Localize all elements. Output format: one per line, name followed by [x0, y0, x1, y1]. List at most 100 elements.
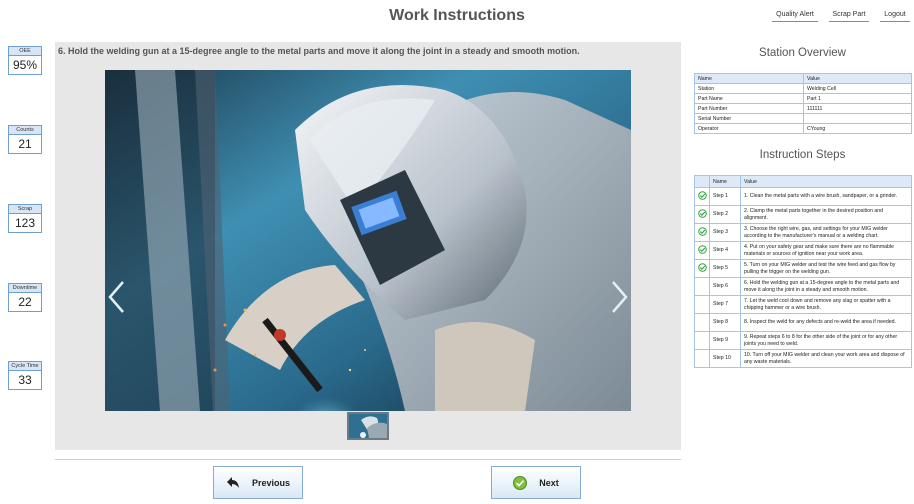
column-header: Value [740, 175, 912, 188]
table-row: Part Name Part 1 [694, 93, 912, 104]
thumbnail-image [349, 414, 387, 438]
step-value: 2. Clamp the metal parts together in the… [740, 205, 912, 224]
column-header [694, 175, 710, 188]
step-status-cell [694, 313, 710, 332]
step-name: Step 10 [709, 349, 741, 368]
row-value [803, 113, 912, 124]
table-row: Serial Number [694, 113, 912, 124]
step-value: 8. Inspect the weld for any defects and … [740, 313, 912, 332]
check-circle-icon [697, 227, 707, 236]
step-name: Step 6 [709, 277, 741, 296]
column-header: Value [803, 73, 912, 84]
previous-button[interactable]: Previous [213, 466, 303, 499]
station-overview-title: Station Overview [759, 47, 846, 59]
next-button[interactable]: Next [491, 466, 581, 499]
metric-value: 33 [8, 371, 42, 390]
row-name: Part Name [694, 93, 804, 104]
table-row[interactable]: Step 4 4. Put on your safety gear and mak… [694, 241, 912, 260]
metric-cycle-time: Cycle Time 33 [8, 361, 42, 390]
row-name: Station [694, 83, 804, 94]
table-row: Station Welding Cell [694, 83, 912, 94]
table-row[interactable]: Step 1 1. Clean the metal parts with a wi… [694, 187, 912, 206]
column-header: Name [694, 73, 804, 84]
table-row[interactable]: Step 3 3. Choose the right wire, gas, and… [694, 223, 912, 242]
step-status-cell [694, 241, 710, 260]
instruction-steps-table: Name Value Step 1 1. Clean the metal part… [694, 175, 912, 368]
row-value: Part 1 [803, 93, 912, 104]
step-name: Step 8 [709, 313, 741, 332]
metric-counts: Counts 21 [8, 125, 42, 154]
step-status-cell [694, 295, 710, 314]
metric-value: 22 [8, 293, 42, 312]
metric-scrap: Scrap 123 [8, 204, 42, 233]
row-name: Operator [694, 123, 804, 134]
next-label: Next [539, 477, 559, 488]
table-row[interactable]: Step 8 8. Inspect the weld for any defect… [694, 313, 912, 332]
step-name: Step 5 [709, 259, 741, 278]
table-row: Operator CYoung [694, 123, 912, 134]
step-value: 4. Put on your safety gear and make sure… [740, 241, 912, 260]
step-value: 9. Repeat steps 6 to 8 for the other sid… [740, 331, 912, 350]
table-row[interactable]: Step 6 6. Hold the welding gun at a 15-de… [694, 277, 912, 296]
table-row[interactable]: Step 5 5. Turn on your MIG welder and tes… [694, 259, 912, 278]
previous-label: Previous [251, 477, 291, 488]
metric-value: 123 [8, 214, 42, 233]
table-header-row: Name Value [694, 175, 912, 188]
check-circle-icon [697, 245, 707, 254]
metric-oee: OEE 95% [8, 46, 42, 75]
scrap-part-button[interactable]: Scrap Part [829, 11, 869, 22]
step-value: 7. Let the weld cool down and remove any… [740, 295, 912, 314]
previous-image-arrow[interactable] [106, 280, 128, 314]
row-value: CYoung [803, 123, 912, 134]
step-value: 10. Turn off your MIG welder and clean y… [740, 349, 912, 368]
table-row: Part Number 111111 [694, 103, 912, 114]
row-value: Welding Cell [803, 83, 912, 94]
image-thumbnail[interactable] [347, 412, 389, 440]
step-name: Step 4 [709, 241, 741, 260]
table-row[interactable]: Step 10 10. Turn off your MIG welder and … [694, 349, 912, 368]
check-circle-icon [697, 191, 707, 200]
metric-label: Counts [8, 125, 42, 135]
welder-illustration [105, 70, 631, 411]
station-overview-table: Name Value Station Welding Cell Part Nam… [694, 73, 912, 134]
table-header-row: Name Value [694, 73, 912, 84]
step-name: Step 3 [709, 223, 741, 242]
step-status-cell [694, 277, 710, 296]
step-value: 6. Hold the welding gun at a 15-degree a… [740, 277, 912, 296]
chevron-right-icon [612, 281, 628, 313]
metric-label: Scrap [8, 204, 42, 214]
logout-button[interactable]: Logout [880, 11, 910, 22]
step-status-cell [694, 223, 710, 242]
current-instruction: 6. Hold the welding gun at a 15-degree a… [58, 46, 580, 56]
step-status-cell [694, 259, 710, 278]
metric-value: 95% [8, 56, 42, 75]
back-arrow-icon [226, 476, 239, 488]
instruction-steps-title: Instruction Steps [759, 149, 846, 161]
table-row[interactable]: Step 7 7. Let the weld cool down and remo… [694, 295, 912, 314]
step-value: 5. Turn on your MIG welder and test the … [740, 259, 912, 278]
step-name: Step 9 [709, 331, 741, 350]
check-circle-icon [697, 263, 707, 272]
step-value: 3. Choose the right wire, gas, and setti… [740, 223, 912, 242]
row-value: 111111 [803, 103, 912, 114]
table-row[interactable]: Step 2 2. Clamp the metal parts together … [694, 205, 912, 224]
column-header: Name [709, 175, 741, 188]
step-name: Step 7 [709, 295, 741, 314]
metric-value: 21 [8, 135, 42, 154]
check-circle-icon [513, 475, 528, 490]
step-status-cell [694, 349, 710, 368]
quality-alert-button[interactable]: Quality Alert [772, 11, 818, 22]
row-name: Part Number [694, 103, 804, 114]
step-name: Step 2 [709, 205, 741, 224]
check-circle-icon [697, 209, 707, 218]
metric-label: OEE [8, 46, 42, 56]
metric-label: Downtime [8, 283, 42, 293]
table-row[interactable]: Step 9 9. Repeat steps 6 to 8 for the oth… [694, 331, 912, 350]
instruction-image [105, 70, 631, 411]
row-name: Serial Number [694, 113, 804, 124]
divider [55, 459, 681, 460]
work-instructions-screen: Work Instructions Quality Alert Scrap Pa… [0, 0, 914, 504]
step-status-cell [694, 187, 710, 206]
next-image-arrow[interactable] [608, 280, 630, 314]
chevron-left-icon [108, 281, 124, 313]
